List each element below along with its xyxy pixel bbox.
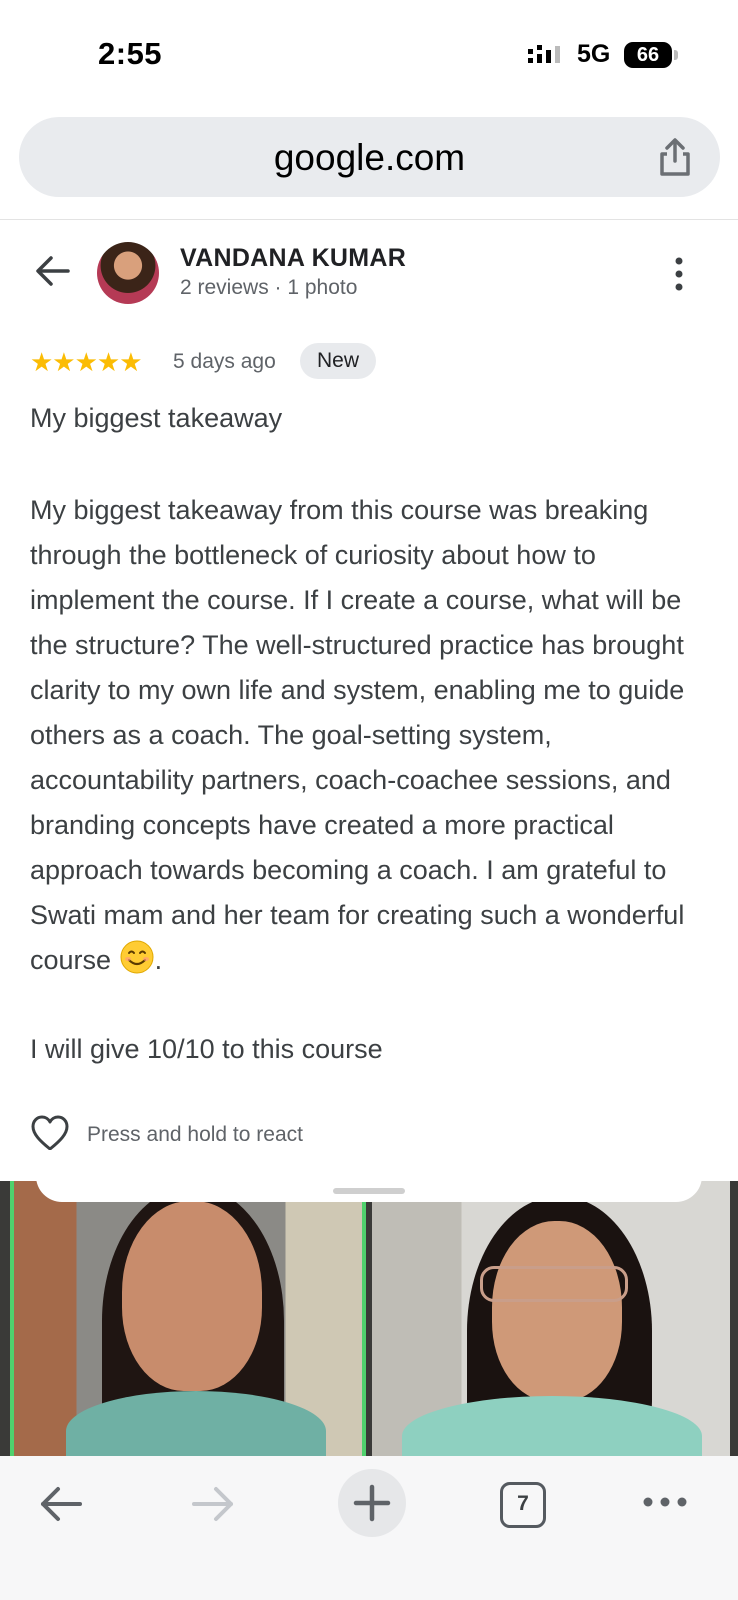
review-time: 5 days ago: [173, 350, 276, 373]
star-rating: ★★★★★: [30, 347, 143, 377]
battery-icon: 66: [624, 42, 672, 68]
reviewer-meta: 2 reviews · 1 photo: [180, 276, 358, 299]
person-face: [492, 1221, 622, 1401]
back-arrow-icon[interactable]: [34, 252, 72, 290]
video-tile-right: [372, 1181, 730, 1456]
plus-icon: [353, 1484, 391, 1522]
signal-icon: [528, 45, 560, 63]
reviewer-avatar[interactable]: [97, 242, 159, 304]
more-vert-icon[interactable]: [672, 256, 686, 292]
react-hint: Press and hold to react: [87, 1123, 303, 1146]
url-text[interactable]: google.com: [19, 137, 720, 179]
new-badge: New: [300, 343, 376, 379]
back-arrow-icon[interactable]: [38, 1482, 84, 1526]
video-tile-left: [10, 1181, 366, 1456]
review-title: My biggest takeaway: [30, 403, 283, 433]
video-call-photo: [0, 1181, 738, 1456]
person-shirt: [402, 1396, 702, 1456]
reviewer-name[interactable]: VANDANA KUMAR: [180, 244, 406, 273]
browser-toolbar: 7: [0, 1456, 738, 1600]
glasses: [480, 1266, 628, 1302]
address-bar[interactable]: google.com: [19, 117, 720, 197]
status-bar: 2:55 5G 66: [0, 0, 738, 100]
share-icon[interactable]: [656, 137, 694, 177]
review-body-end: .: [154, 945, 163, 975]
new-tab-button[interactable]: [338, 1469, 406, 1537]
review-footer-line: I will give 10/10 to this course: [30, 1034, 383, 1064]
review-text: My biggest takeaway from this course was…: [30, 488, 720, 983]
heart-icon[interactable]: [30, 1114, 70, 1152]
network-type: 5G: [577, 40, 611, 68]
smiley-emoji-icon: [120, 940, 154, 974]
review-body-text: My biggest takeaway from this course was…: [30, 495, 685, 975]
tabs-icon[interactable]: 7: [500, 1482, 546, 1528]
divider: [0, 219, 738, 220]
battery-cap: [674, 50, 678, 60]
drag-handle[interactable]: [333, 1188, 405, 1194]
forward-arrow-icon[interactable]: [190, 1482, 236, 1526]
status-time: 2:55: [98, 36, 163, 71]
person-face: [122, 1201, 262, 1391]
sheet-bottom-edge: [36, 1150, 702, 1202]
more-horiz-icon[interactable]: [642, 1494, 688, 1510]
